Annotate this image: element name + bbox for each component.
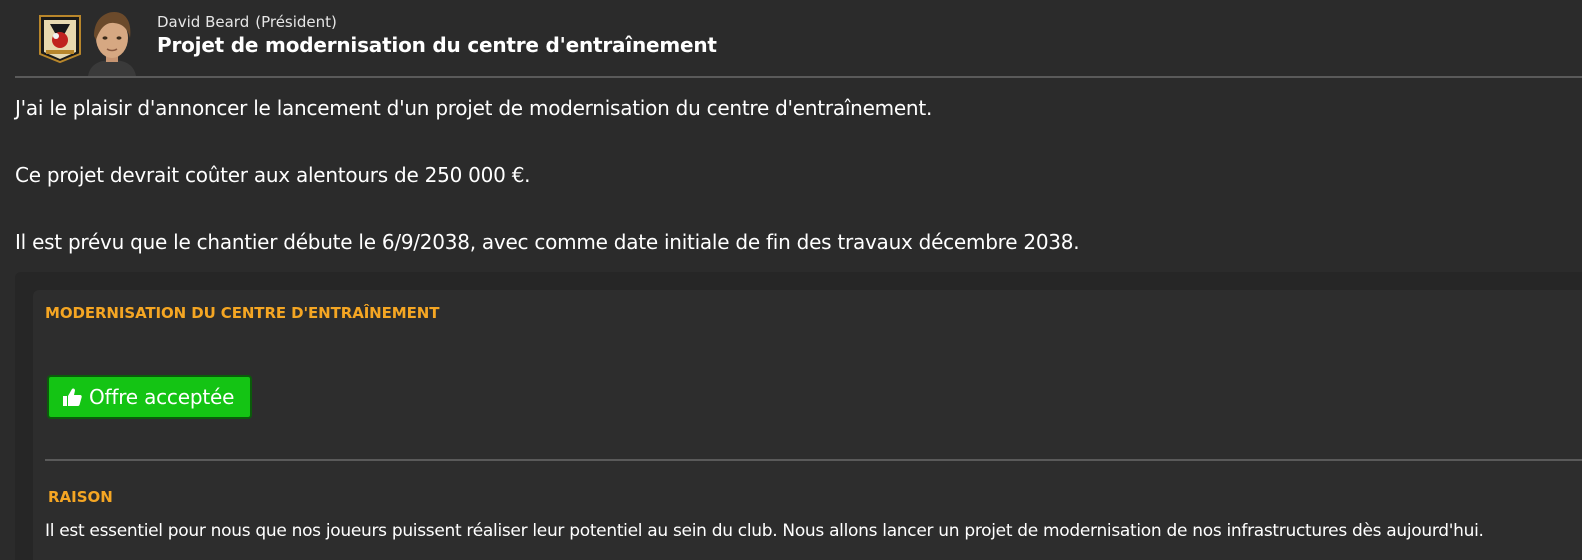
reason-heading: RAISON	[48, 488, 113, 506]
reason-text: Il est essentiel pour nous que nos joueu…	[45, 521, 1484, 541]
message-paragraph-1: J'ai le plaisir d'annoncer le lancement …	[15, 96, 933, 120]
news-message-page: David Beard (Président) Projet de moderni…	[0, 0, 1582, 560]
header-divider	[15, 76, 1582, 78]
club-crest-icon[interactable]	[36, 14, 84, 64]
message-subject: Projet de modernisation du centre d'entr…	[157, 33, 717, 57]
sender-role: (Président)	[255, 13, 337, 31]
project-panel	[33, 290, 1582, 560]
message-header: David Beard (Président) Projet de moderni…	[0, 0, 1582, 76]
panel-title: MODERNISATION DU CENTRE D'ENTRAÎNEMENT	[45, 304, 440, 322]
offer-accepted-label: Offre acceptée	[89, 385, 235, 409]
message-paragraph-2: Ce projet devrait coûter aux alentours d…	[15, 163, 531, 187]
sender-name[interactable]: David Beard	[157, 13, 249, 31]
sender-line: David Beard (Président)	[157, 13, 337, 31]
message-paragraph-3: Il est prévu que le chantier débute le 6…	[15, 230, 1080, 254]
panel-divider	[45, 459, 1582, 461]
thumbs-up-icon	[63, 388, 82, 406]
president-avatar[interactable]	[84, 8, 140, 76]
offer-accepted-button[interactable]: Offre acceptée	[47, 375, 252, 419]
